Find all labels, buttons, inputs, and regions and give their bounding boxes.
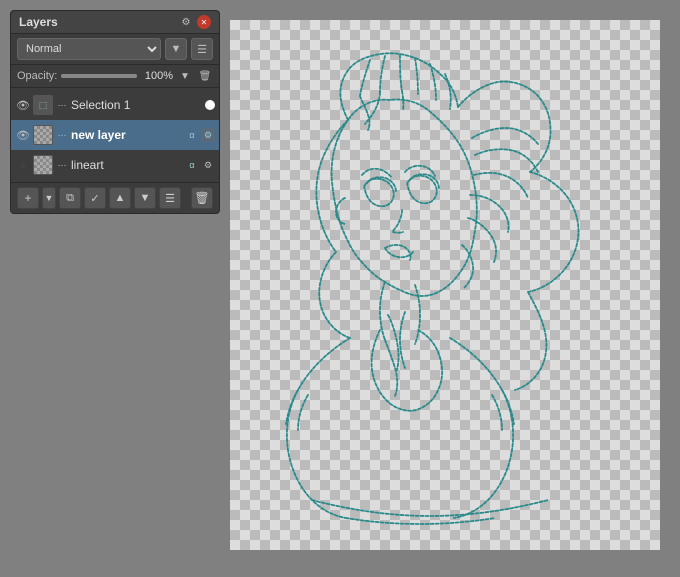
blend-mode-row: Normal Multiply Screen ▼ ☰ [11, 34, 219, 65]
layer-type-icon-selection1: ⋯ [55, 98, 69, 112]
add-layer-dropdown-button[interactable]: ▼ [42, 187, 56, 209]
layer-row-lineart[interactable]: ○ ⋯ lineart α ⚙ [11, 150, 219, 180]
filter-button[interactable]: ▼ [165, 38, 187, 60]
layer-alpha-lock-new-layer[interactable]: α [185, 128, 199, 142]
panel-title-bar: Layers ⚙ ✕ [11, 11, 219, 34]
layers-panel: Layers ⚙ ✕ Normal Multiply Screen ▼ ☰ Op… [10, 10, 220, 214]
opacity-label: Opacity: [17, 70, 57, 82]
layer-row-new-layer[interactable]: 👁 ⋯ new layer α ⚙ [11, 120, 219, 150]
canvas-background [230, 20, 660, 550]
move-layer-up-button[interactable]: ▲ [109, 187, 131, 209]
layer-actions-lineart: α ⚙ [185, 158, 215, 172]
duplicate-layer-button[interactable]: ⧉ [59, 187, 81, 209]
layer-name-lineart: lineart [71, 158, 183, 172]
layer-row-selection1[interactable]: 👁 ⬚ ⋯ Selection 1 [11, 90, 219, 120]
panel-config-icon[interactable]: ⚙ [179, 15, 193, 29]
merge-down-button[interactable]: ✓ [84, 187, 106, 209]
canvas-drawing [230, 20, 660, 550]
delete-layer-button[interactable]: 🗑 [191, 187, 213, 209]
move-layer-down-button[interactable]: ▼ [134, 187, 156, 209]
opacity-row: Opacity: 100% ▼ 🗑 [11, 65, 219, 88]
panel-toolbar: + ▼ ⧉ ✓ ▲ ▼ ☰ 🗑 [11, 182, 219, 213]
layer-thumbnail-lineart [33, 155, 53, 175]
filter-options-button[interactable]: ☰ [191, 38, 213, 60]
panel-close-button[interactable]: ✕ [197, 15, 211, 29]
layer-alpha-lock-lineart[interactable]: α [185, 158, 199, 172]
layer-thumbnail-new-layer [33, 125, 53, 145]
opacity-value: 100% [141, 70, 173, 82]
opacity-delete-button[interactable]: 🗑 [197, 68, 213, 84]
layer-name-new-layer: new layer [71, 128, 183, 142]
layer-visibility-toggle-lineart[interactable]: ○ [15, 157, 31, 173]
layer-settings-new-layer[interactable]: ⚙ [201, 128, 215, 142]
layer-name-selection1: Selection 1 [71, 98, 203, 112]
layer-visibility-toggle-new-layer[interactable]: 👁 [15, 127, 31, 143]
opacity-slider[interactable] [61, 74, 137, 78]
layer-visibility-toggle-selection1[interactable]: 👁 [15, 97, 31, 113]
layer-thumbnail-selection1: ⬚ [33, 95, 53, 115]
panel-title-icons: ⚙ ✕ [179, 15, 211, 29]
panel-title: Layers [19, 15, 58, 29]
layer-indicator-selection1 [205, 100, 215, 110]
canvas-area [230, 20, 660, 550]
add-layer-button[interactable]: + [17, 187, 39, 209]
layers-list: 👁 ⬚ ⋯ Selection 1 👁 ⋯ new layer α ⚙ ○ ⋯ … [11, 88, 219, 182]
layer-type-icon-lineart: ⋯ [55, 158, 69, 172]
layer-actions-new-layer: α ⚙ [185, 128, 215, 142]
opacity-menu-button[interactable]: ▼ [177, 68, 193, 84]
layer-settings-lineart[interactable]: ⚙ [201, 158, 215, 172]
layer-type-icon-new-layer: ⋯ [55, 128, 69, 142]
blend-mode-select[interactable]: Normal Multiply Screen [17, 38, 161, 60]
layer-menu-button[interactable]: ☰ [159, 187, 181, 209]
